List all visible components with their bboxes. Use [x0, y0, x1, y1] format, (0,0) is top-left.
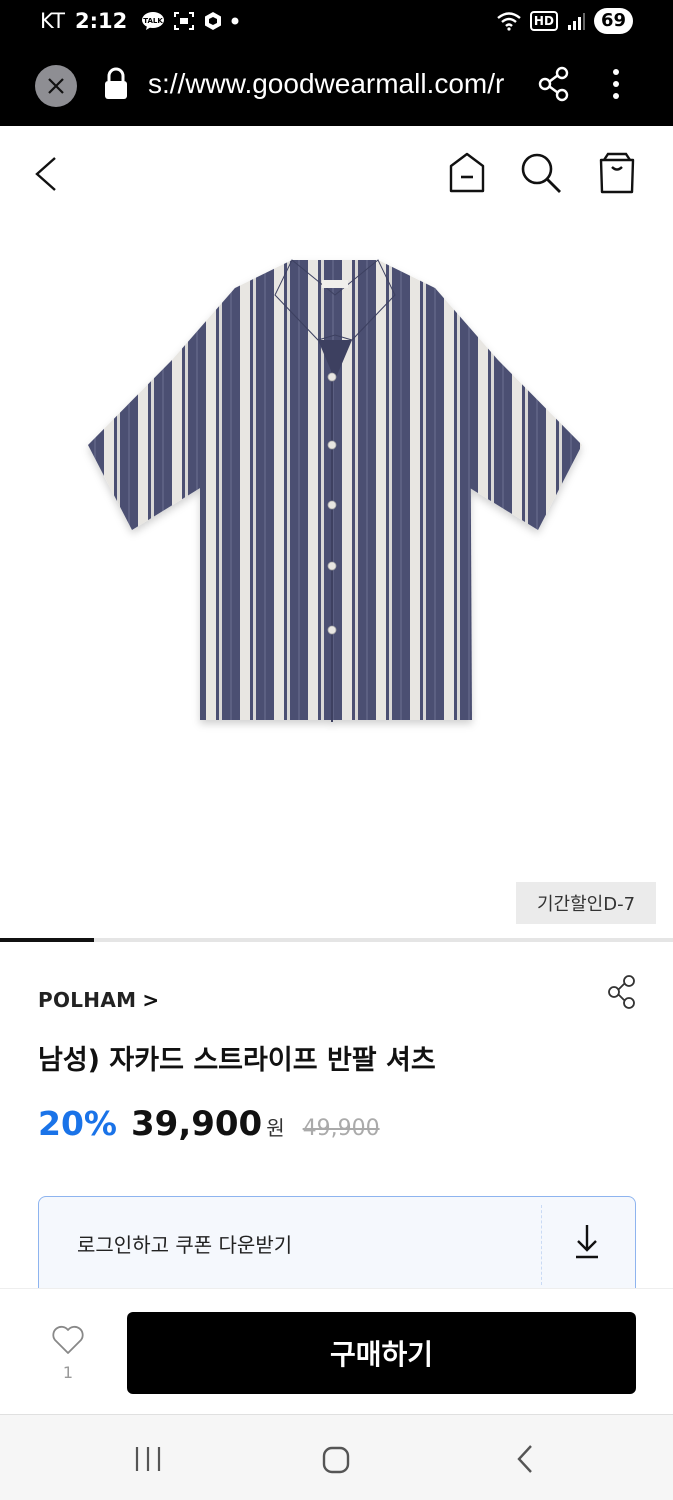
like-count: 1: [62, 1363, 74, 1382]
url-field[interactable]: s://www.goodwearmall.com/r: [148, 68, 510, 100]
kakaotalk-icon: TALK: [142, 12, 165, 30]
currency-label: 원: [266, 1116, 285, 1140]
home-nav-icon[interactable]: [321, 1445, 351, 1475]
dot-icon: [231, 17, 239, 25]
heart-icon: [52, 1325, 84, 1354]
discount-rate: 20%: [38, 1104, 117, 1143]
buy-button[interactable]: 구매하기: [127, 1312, 636, 1394]
close-tab-button[interactable]: [35, 65, 77, 107]
battery-indicator: 69: [593, 8, 633, 34]
like-button[interactable]: 1: [48, 1325, 88, 1382]
striped-shirt-illustration: [88, 259, 582, 722]
status-bar: KT 2:12 TALK HD 69: [0, 0, 673, 44]
coupon-text: 로그인하고 쿠폰 다운받기: [77, 1233, 293, 1257]
share-icon[interactable]: [606, 974, 638, 1010]
search-icon[interactable]: [518, 150, 564, 196]
back-nav-icon[interactable]: [515, 1443, 537, 1475]
price-row: 20% 39,900 원 49,900: [38, 1104, 380, 1144]
period-discount-badge: 기간할인D-7: [516, 882, 656, 924]
original-price: 49,900: [302, 1116, 380, 1141]
system-navigation-bar: [0, 1414, 673, 1500]
clock: 2:12: [74, 9, 128, 33]
coupon-divider: [541, 1205, 542, 1285]
coupon-download-card[interactable]: 로그인하고 쿠폰 다운받기: [38, 1196, 636, 1288]
product-image[interactable]: [60, 240, 610, 760]
image-carousel-progress-fill: [0, 938, 95, 942]
sale-price: 39,900: [131, 1104, 263, 1144]
share-icon[interactable]: [538, 66, 570, 102]
signal-icon: [567, 13, 585, 30]
more-vertical-icon[interactable]: [604, 66, 628, 102]
talk-text: TALK: [143, 17, 163, 25]
download-icon[interactable]: [571, 1221, 603, 1261]
home-icon[interactable]: [446, 150, 488, 194]
wifi-icon: [497, 12, 521, 31]
image-carousel-progress: [0, 938, 673, 942]
screenshot-icon: [174, 12, 195, 30]
browser-url-bar: s://www.goodwearmall.com/r: [0, 44, 673, 126]
chevron-right-icon: >: [142, 988, 160, 1012]
shopping-bag-icon[interactable]: [596, 150, 638, 196]
recent-apps-icon[interactable]: [133, 1445, 163, 1473]
hd-badge: HD: [529, 11, 558, 31]
product-title: 남성) 자카드 스트라이프 반팔 셔츠: [38, 1045, 436, 1076]
cube-app-icon: [205, 12, 222, 30]
carrier-label: KT: [40, 9, 65, 33]
back-arrow-icon[interactable]: [30, 152, 62, 196]
brand-link[interactable]: POLHAM >: [38, 988, 159, 1012]
app-header: [0, 126, 673, 222]
brand-name: POLHAM: [38, 988, 137, 1012]
lock-icon: [105, 67, 127, 99]
purchase-bar: 1 구매하기: [0, 1288, 673, 1414]
close-icon: [48, 78, 64, 94]
